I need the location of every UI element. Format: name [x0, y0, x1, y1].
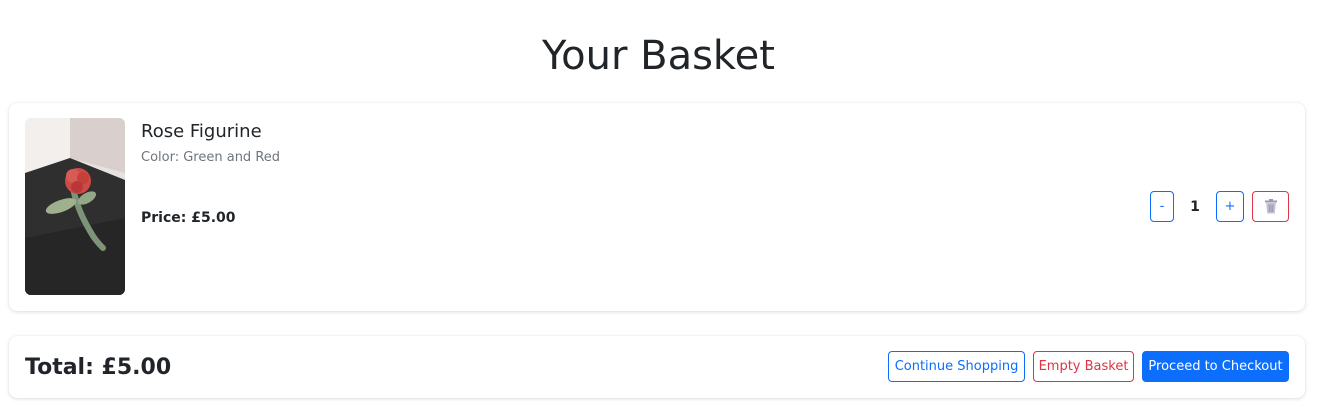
page-title: Your Basket [542, 33, 775, 79]
increase-quantity-button[interactable]: + [1216, 191, 1244, 222]
trash-icon [1264, 199, 1277, 214]
rose-figurine-photo [25, 118, 125, 295]
decrease-quantity-button[interactable]: - [1150, 191, 1174, 222]
product-price: Price: £5.00 [141, 210, 236, 226]
product-image [25, 118, 125, 295]
basket-item-card: Rose Figurine Color: Green and Red Price… [9, 103, 1305, 311]
basket-summary-card: Total: £5.00 Continue Shopping Empty Bas… [9, 336, 1305, 398]
proceed-to-checkout-button[interactable]: Proceed to Checkout [1142, 351, 1289, 382]
product-color: Color: Green and Red [141, 150, 281, 165]
basket-actions: Continue Shopping Empty Basket Proceed t… [888, 351, 1289, 382]
empty-basket-button[interactable]: Empty Basket [1033, 351, 1134, 382]
basket-total: Total: £5.00 [25, 355, 172, 380]
continue-shopping-button[interactable]: Continue Shopping [888, 351, 1025, 382]
quantity-value: 1 [1190, 198, 1200, 215]
product-name: Rose Figurine [141, 121, 262, 142]
remove-item-button[interactable] [1252, 191, 1289, 222]
quantity-controls: - 1 + [1150, 191, 1289, 222]
